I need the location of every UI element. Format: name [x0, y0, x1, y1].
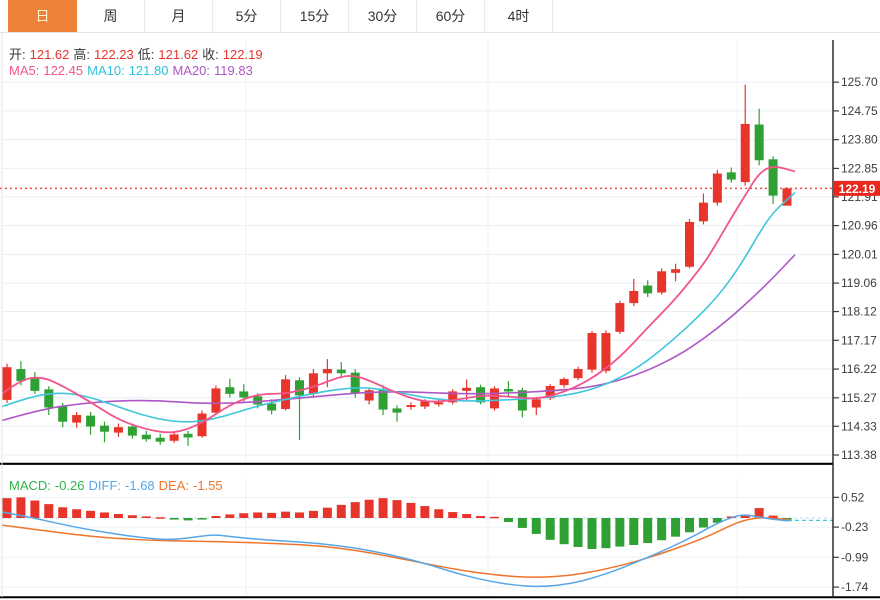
tab-日[interactable]: 日: [8, 0, 77, 32]
kline-chart-app: 125.70124.75123.80122.85121.91120.96120.…: [0, 0, 880, 600]
svg-text:125.70: 125.70: [841, 75, 878, 89]
macd-histogram: [3, 497, 792, 549]
svg-text:122.85: 122.85: [841, 161, 878, 175]
ohlc-info-row: 开:121.62高:122.23低:121.62收:122.19: [9, 44, 267, 63]
price-axis-labels: 125.70124.75123.80122.85121.91120.96120.…: [833, 75, 878, 462]
tab-周[interactable]: 周: [77, 0, 145, 32]
svg-text:124.75: 124.75: [841, 104, 878, 118]
ma10-label: MA10:: [87, 63, 125, 78]
svg-text:118.12: 118.12: [841, 305, 877, 319]
macd-value: -0.26: [55, 478, 85, 493]
diff-value: -1.68: [125, 478, 155, 493]
svg-text:123.80: 123.80: [841, 133, 878, 147]
current-price-badge: 122.19: [834, 181, 880, 196]
svg-text:113.38: 113.38: [841, 448, 877, 462]
diff-label: DIFF:: [89, 478, 122, 493]
svg-text:115.27: 115.27: [841, 391, 877, 405]
tab-月[interactable]: 月: [145, 0, 213, 32]
ma20-value: 119.83: [214, 63, 253, 78]
svg-text:120.01: 120.01: [841, 247, 878, 261]
svg-text:116.22: 116.22: [841, 362, 877, 376]
svg-text:122.19: 122.19: [839, 182, 876, 196]
svg-text:-0.99: -0.99: [841, 550, 869, 564]
macd-label: MACD:: [9, 478, 51, 493]
svg-text:120.96: 120.96: [841, 219, 878, 233]
macd-gridlines: [2, 497, 833, 587]
timeframe-tab-bar: 日周月5分15分30分60分4时: [0, 0, 880, 33]
svg-text:-1.74: -1.74: [841, 580, 869, 594]
tab-15分[interactable]: 15分: [281, 0, 349, 32]
close-value: 122.19: [223, 47, 263, 62]
tab-5分[interactable]: 5分: [213, 0, 281, 32]
ma5-value: 122.45: [43, 63, 83, 78]
macd-info-row: MACD: -0.26 DIFF:-1.68 DEA: -1.55: [9, 478, 227, 493]
svg-text:-0.23: -0.23: [841, 520, 869, 534]
open-label: 开:: [9, 47, 26, 62]
close-label: 收:: [202, 47, 219, 62]
ma5-label: MA5:: [9, 63, 39, 78]
dea-label: DEA:: [159, 478, 189, 493]
ma10-line: [2, 193, 795, 422]
vertical-gridlines: [246, 40, 737, 596]
svg-text:119.06: 119.06: [841, 276, 877, 290]
macd-axis-labels: 0.52 -0.23 -0.99 -1.74: [833, 490, 869, 594]
chart-canvas[interactable]: 125.70124.75123.80122.85121.91120.96120.…: [0, 0, 880, 600]
ma-info-row: MA5: 122.45 MA10: 121.80MA20: 119.83: [9, 63, 257, 78]
dea-value: -1.55: [193, 478, 223, 493]
low-value: 121.62: [158, 47, 198, 62]
high-label: 高:: [73, 47, 90, 62]
ma5-line: [2, 167, 795, 432]
open-value: 121.62: [30, 47, 70, 62]
ma10-value: 121.80: [129, 63, 169, 78]
low-label: 低:: [138, 47, 155, 62]
svg-text:0.52: 0.52: [841, 490, 865, 504]
high-value: 122.23: [94, 47, 134, 62]
tab-4时[interactable]: 4时: [485, 0, 553, 32]
tab-60分[interactable]: 60分: [417, 0, 485, 32]
svg-text:114.33: 114.33: [841, 419, 877, 433]
tab-30分[interactable]: 30分: [349, 0, 417, 32]
svg-text:117.17: 117.17: [841, 333, 877, 347]
ma20-label: MA20:: [172, 63, 210, 78]
